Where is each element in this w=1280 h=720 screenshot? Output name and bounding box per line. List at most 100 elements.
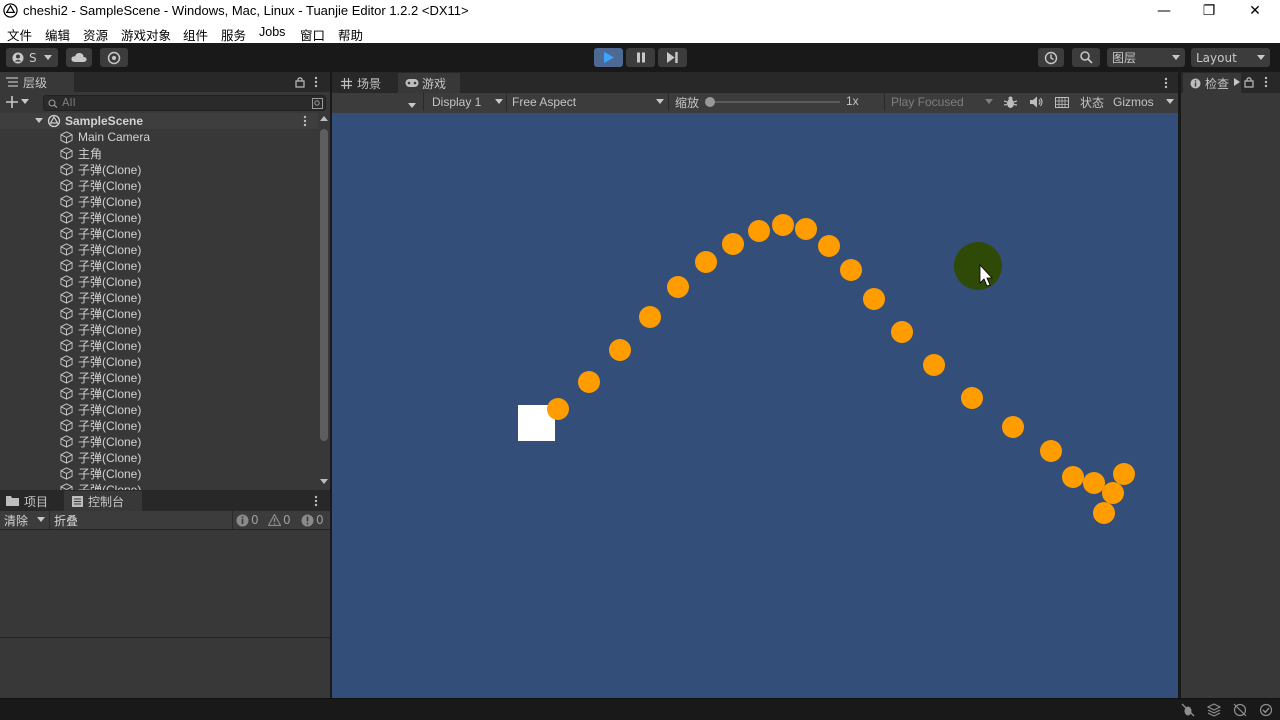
check-circle-icon[interactable] xyxy=(1259,703,1273,717)
menu-file[interactable]: 文件 xyxy=(7,25,32,44)
hierarchy-item-bullet[interactable]: 子弹(Clone) xyxy=(60,449,141,465)
menu-component[interactable]: 组件 xyxy=(183,25,208,44)
scale-slider-track[interactable] xyxy=(709,101,840,103)
hierarchy-item-bullet[interactable]: 子弹(Clone) xyxy=(60,289,141,305)
tab-game[interactable]: 游戏 xyxy=(398,73,460,93)
menu-jobs[interactable]: Jobs xyxy=(259,25,285,39)
step-button[interactable] xyxy=(658,48,687,67)
hierarchy-item-player[interactable]: 主角 xyxy=(60,145,102,161)
cache-server-icon[interactable] xyxy=(1207,703,1221,717)
warning-filter-button[interactable]: 0 xyxy=(265,511,295,529)
account-button[interactable]: S xyxy=(6,48,58,67)
layout-dropdown[interactable]: Layout xyxy=(1191,48,1270,67)
hierarchy-item-bullet[interactable]: 子弹(Clone) xyxy=(60,257,141,273)
close-button[interactable]: ✕ xyxy=(1232,0,1278,22)
hierarchy-item-bullet[interactable]: 子弹(Clone) xyxy=(60,353,141,369)
gameobject-cube-icon xyxy=(60,258,73,272)
hierarchy-item-bullet[interactable]: 子弹(Clone) xyxy=(60,209,141,225)
more-menu-icon[interactable] xyxy=(1264,76,1268,88)
bullet xyxy=(818,235,840,257)
more-menu-icon[interactable] xyxy=(1164,77,1168,89)
chevron-right-icon[interactable] xyxy=(1234,78,1240,86)
hierarchy-item-bullet[interactable]: 子弹(Clone) xyxy=(60,481,141,490)
hierarchy-search-field[interactable]: All xyxy=(43,95,326,111)
hierarchy-scrollbar[interactable] xyxy=(318,113,330,490)
hierarchy-item-bullet[interactable]: 子弹(Clone) xyxy=(60,193,141,209)
history-button[interactable] xyxy=(1038,48,1064,67)
tab-scene[interactable]: 场景 xyxy=(334,73,396,93)
console-detail-area[interactable] xyxy=(0,638,330,698)
stats-button[interactable]: 状态 xyxy=(1080,94,1104,110)
network-icon[interactable] xyxy=(1233,703,1247,717)
menu-help[interactable]: 帮助 xyxy=(338,25,363,44)
hierarchy-item-bullet[interactable]: 子弹(Clone) xyxy=(60,465,141,481)
scene-search-icon[interactable] xyxy=(312,98,323,109)
hierarchy-item-bullet[interactable]: 子弹(Clone) xyxy=(60,417,141,433)
scroll-up-icon[interactable] xyxy=(320,116,328,122)
scene-root-row[interactable]: SampleScene xyxy=(0,113,318,129)
game-mode-dropdown[interactable] xyxy=(408,98,416,112)
hierarchy-item-bullet[interactable]: 子弹(Clone) xyxy=(60,273,141,289)
menu-assets[interactable]: 资源 xyxy=(83,25,108,44)
tab-project[interactable]: 项目 xyxy=(0,491,62,511)
more-menu-icon[interactable] xyxy=(314,76,318,88)
display-dropdown[interactable]: Display 1 xyxy=(424,92,506,111)
hierarchy-item-bullet[interactable]: 子弹(Clone) xyxy=(60,241,141,257)
menu-gameobject[interactable]: 游戏对象 xyxy=(121,25,171,44)
play-button[interactable] xyxy=(594,48,623,67)
info-filter-button[interactable]: 0 xyxy=(232,511,262,529)
inspector-panel: 检查 xyxy=(1181,72,1280,698)
lock-icon[interactable] xyxy=(1244,76,1254,88)
hierarchy-item-bullet[interactable]: 子弹(Clone) xyxy=(60,321,141,337)
tab-inspector[interactable]: 检查 xyxy=(1183,73,1241,93)
tab-console[interactable]: 控制台 xyxy=(64,491,142,511)
scroll-down-icon[interactable] xyxy=(320,479,328,485)
hierarchy-item-bullet[interactable]: 子弹(Clone) xyxy=(60,369,141,385)
menu-services[interactable]: 服务 xyxy=(221,25,246,44)
search-button[interactable] xyxy=(1072,48,1100,67)
frame-debugger-button[interactable] xyxy=(998,94,1022,110)
cloud-button[interactable] xyxy=(66,48,92,67)
keyboard-icon xyxy=(1055,96,1069,108)
collapse-button[interactable]: 折叠 xyxy=(52,511,86,529)
hierarchy-item-main-camera[interactable]: Main Camera xyxy=(60,129,150,145)
game-viewport[interactable] xyxy=(332,113,1178,698)
scrollbar-thumb[interactable] xyxy=(320,129,328,441)
more-menu-icon[interactable] xyxy=(314,495,318,507)
gameobject-cube-icon xyxy=(60,338,73,352)
scene-more-icon[interactable] xyxy=(303,115,307,127)
lock-icon[interactable] xyxy=(295,76,305,88)
clear-button[interactable]: 清除 xyxy=(0,511,50,529)
gizmos-dropdown[interactable]: Gizmos xyxy=(1108,92,1178,111)
bullet xyxy=(772,214,794,236)
menu-edit[interactable]: 编辑 xyxy=(45,25,70,44)
gameobject-cube-icon xyxy=(60,194,73,208)
scale-slider-thumb[interactable] xyxy=(705,97,715,107)
hierarchy-item-bullet[interactable]: 子弹(Clone) xyxy=(60,161,141,177)
create-button[interactable] xyxy=(6,96,29,108)
debug-mode-icon[interactable] xyxy=(1181,703,1195,717)
pause-button[interactable] xyxy=(626,48,655,67)
hierarchy-item-bullet[interactable]: 子弹(Clone) xyxy=(60,177,141,193)
play-mode-dropdown[interactable]: Play Focused xyxy=(885,92,996,111)
hierarchy-item-bullet[interactable]: 子弹(Clone) xyxy=(60,337,141,353)
console-log-area[interactable] xyxy=(0,530,330,637)
gizmos-label: Gizmos xyxy=(1113,94,1154,109)
hierarchy-item-bullet[interactable]: 子弹(Clone) xyxy=(60,401,141,417)
expand-arrow-icon[interactable] xyxy=(35,118,43,124)
hierarchy-item-bullet[interactable]: 子弹(Clone) xyxy=(60,433,141,449)
aspect-dropdown[interactable]: Free Aspect xyxy=(507,92,667,111)
minimize-button[interactable]: — xyxy=(1141,0,1187,22)
error-filter-button[interactable]: 0 xyxy=(298,511,328,529)
mute-audio-button[interactable] xyxy=(1024,94,1048,110)
layers-dropdown[interactable]: 图层 xyxy=(1107,48,1185,67)
tab-hierarchy[interactable]: 层级 xyxy=(0,72,74,92)
stats-toggle-button[interactable] xyxy=(1050,94,1074,110)
collab-button[interactable] xyxy=(100,48,128,67)
menu-window[interactable]: 窗口 xyxy=(300,25,325,44)
maximize-button[interactable]: ❐ xyxy=(1186,0,1232,22)
hierarchy-item-bullet[interactable]: 子弹(Clone) xyxy=(60,385,141,401)
hierarchy-item-bullet[interactable]: 子弹(Clone) xyxy=(60,305,141,321)
hierarchy-item-bullet[interactable]: 子弹(Clone) xyxy=(60,225,141,241)
main-toolbar: S 图层 Layout xyxy=(0,43,1280,72)
